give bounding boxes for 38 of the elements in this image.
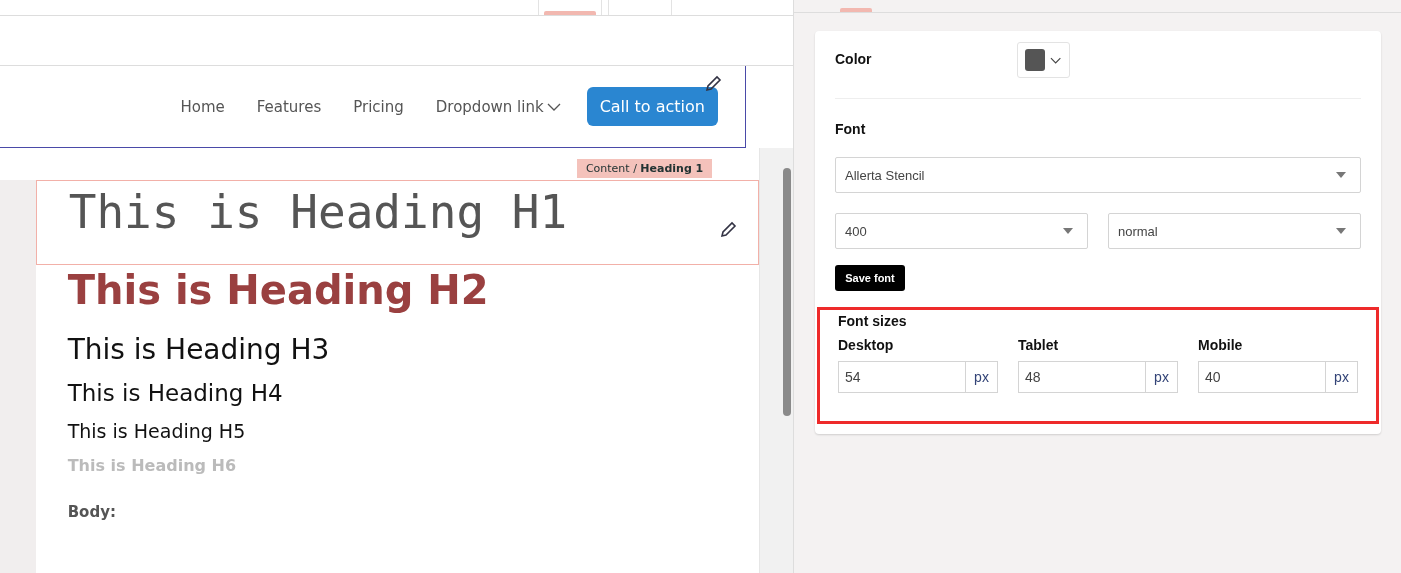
unit-label: px [1153,368,1170,387]
pencil-icon[interactable] [720,220,739,238]
heading: This is Heading H5 [66,420,247,442]
nav-link[interactable]: Home [180,97,225,116]
nav-link[interactable]: Pricing [353,97,404,116]
color-picker[interactable] [1016,42,1070,78]
size-label: Tablet [1018,337,1060,353]
heading: This is Heading H3 [66,333,331,366]
font-sizes-label: Font sizes [838,313,907,329]
font-family-select[interactable]: Allerta Stencil [835,157,1361,193]
color-label: Color [835,51,872,67]
unit-label: px [1333,368,1350,387]
cta-button[interactable]: Call to action [586,87,718,126]
size-label: Mobile [1198,337,1244,353]
selection-tag: Content / Heading 1 [576,159,713,178]
heading: This is Heading H6 [66,456,238,475]
heading: This is Heading H2 [66,267,490,313]
pencil-icon[interactable] [705,74,723,92]
size-field[interactable]: 54 px [838,361,998,393]
heading: This is Heading H1 [35,180,760,265]
body-label: Body: [66,502,117,521]
font-weight-select[interactable]: 400 [835,213,1088,249]
caret-icon [1336,228,1346,234]
nav-link[interactable]: Dropdown link [435,97,561,116]
heading: This is Heading H4 [66,380,284,406]
chevron-down-icon [1050,56,1062,64]
size-label: Desktop [838,337,895,353]
size-field[interactable]: 48 px [1018,361,1178,393]
scrollbar[interactable] [759,148,793,573]
nav-link[interactable]: Features [256,97,322,116]
tab-indicator [840,8,872,12]
caret-icon [1063,228,1073,234]
size-field[interactable]: 40 px [1198,361,1358,393]
unit-label: px [973,368,990,387]
caret-icon [1336,172,1346,178]
font-label: Font [835,121,867,137]
save-font-button[interactable]: Save font [835,265,905,291]
font-style-select[interactable]: normal [1108,213,1361,249]
